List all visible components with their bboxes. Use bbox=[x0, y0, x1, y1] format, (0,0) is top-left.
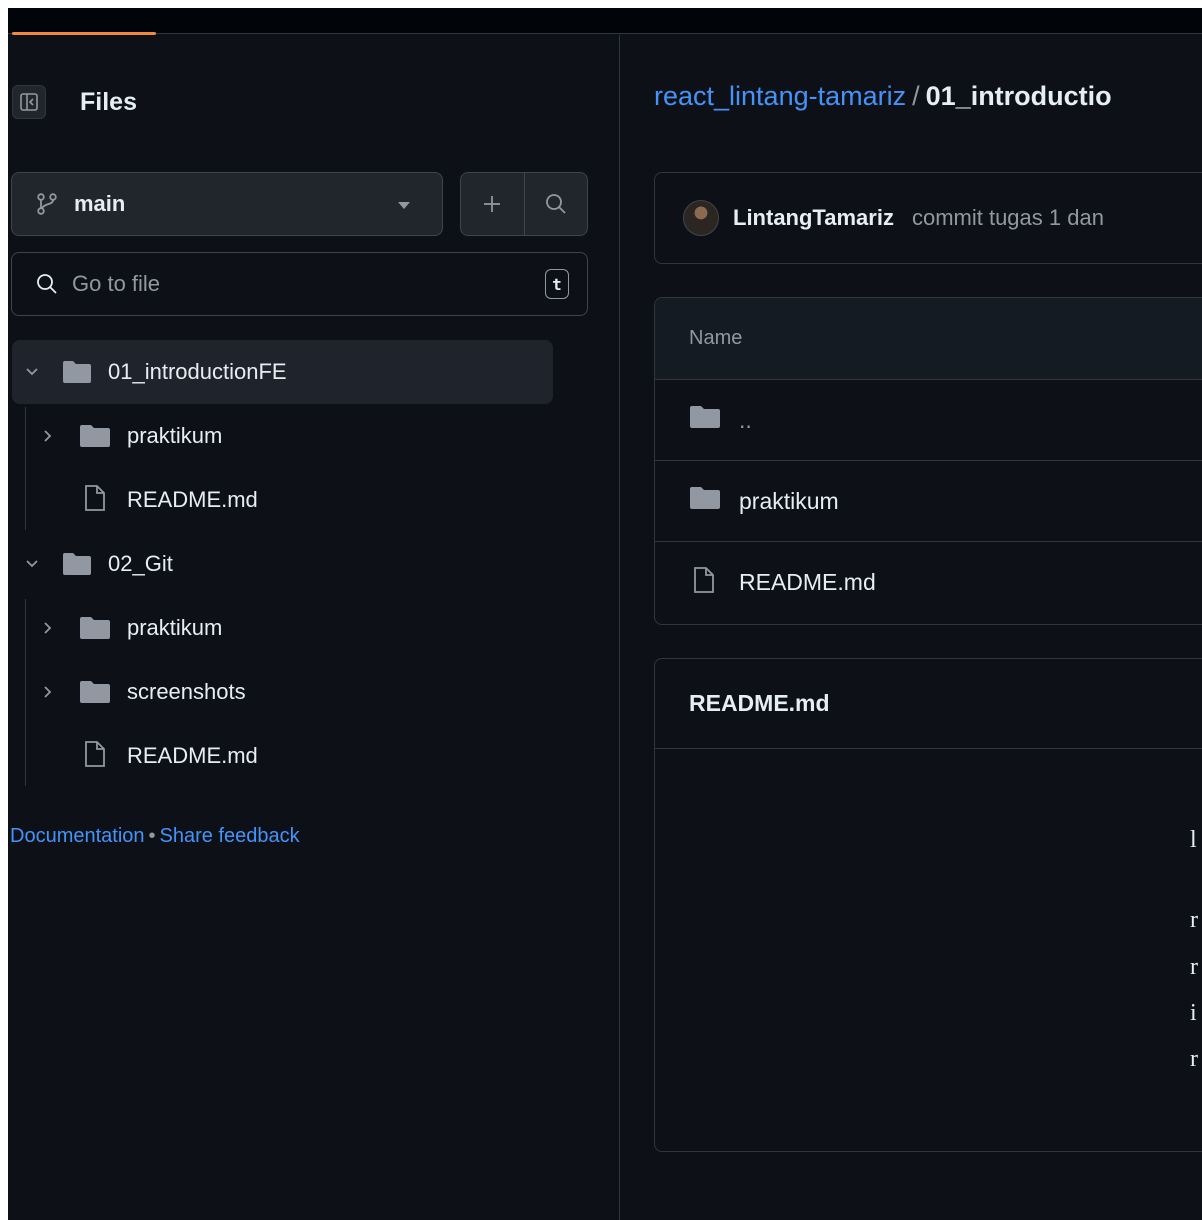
sidebar-title: Files bbox=[80, 87, 137, 116]
search-icon bbox=[545, 194, 566, 214]
tree-item-readme[interactable]: README.md bbox=[12, 724, 553, 788]
share-feedback-link[interactable]: Share feedback bbox=[160, 825, 300, 847]
file-icon bbox=[693, 566, 715, 600]
branch-selector-button[interactable]: main bbox=[11, 172, 443, 236]
table-header-name: Name bbox=[655, 298, 1202, 380]
tree-item-praktikum[interactable]: praktikum bbox=[12, 596, 553, 660]
file-icon bbox=[84, 740, 106, 774]
plus-icon bbox=[484, 196, 501, 212]
chevron-right-icon bbox=[38, 618, 58, 638]
file-tree-sidebar: Files main t bbox=[8, 35, 620, 1220]
file-actions-group bbox=[460, 172, 588, 236]
breadcrumb-separator: / bbox=[912, 81, 920, 111]
folder-icon bbox=[79, 680, 111, 710]
search-files-button[interactable] bbox=[523, 173, 588, 235]
sidebar-header: Files bbox=[12, 69, 137, 135]
tree-item-label: 01_introductionFE bbox=[108, 359, 287, 384]
tree-item-readme[interactable]: README.md bbox=[12, 468, 553, 532]
table-row-label[interactable]: README.md bbox=[739, 569, 876, 596]
readme-text-line: l bbox=[1190, 827, 1197, 853]
sidebar-footer: Documentation • Share feedback bbox=[10, 825, 300, 848]
keyboard-shortcut-badge: t bbox=[545, 269, 569, 299]
table-row-readme[interactable]: README.md bbox=[655, 542, 1202, 623]
main-content: react_lintang-tamariz/01_introductio Lin… bbox=[621, 35, 1202, 1220]
table-row-label: .. bbox=[739, 406, 752, 433]
tree-item-praktikum[interactable]: praktikum bbox=[12, 404, 553, 468]
chevron-down-icon bbox=[22, 554, 42, 574]
folder-icon bbox=[62, 552, 92, 582]
branch-name: main bbox=[74, 191, 126, 216]
folder-icon bbox=[79, 616, 111, 646]
tree-item-screenshots[interactable]: screenshots bbox=[12, 660, 553, 724]
tree-item-label: praktikum bbox=[127, 423, 223, 448]
file-table: Name .. praktikum README.md bbox=[654, 297, 1202, 625]
readme-text-line: r bbox=[1190, 954, 1198, 980]
chevron-right-icon bbox=[38, 426, 58, 446]
tree-item-label: 02_Git bbox=[108, 551, 173, 576]
breadcrumb-repo-link[interactable]: react_lintang-tamariz bbox=[654, 81, 906, 111]
table-row-label[interactable]: praktikum bbox=[739, 488, 839, 515]
app-window: Files main t bbox=[8, 8, 1202, 1220]
folder-icon bbox=[689, 405, 721, 435]
readme-panel: README.md l r r i r bbox=[654, 658, 1202, 1152]
file-icon bbox=[84, 484, 106, 518]
sidebar-collapse-icon bbox=[20, 93, 38, 111]
commit-message[interactable]: commit tugas 1 dan bbox=[912, 205, 1104, 231]
tree-item-label: README.md bbox=[127, 743, 258, 768]
readme-body: l r r i r bbox=[655, 749, 1202, 1151]
folder-icon bbox=[62, 360, 92, 390]
readme-text-line: i bbox=[1190, 1000, 1197, 1026]
readme-text-line: r bbox=[1190, 907, 1198, 933]
readme-text-line: r bbox=[1190, 1046, 1198, 1072]
go-to-file-search[interactable]: t bbox=[11, 252, 588, 316]
latest-commit-box: LintangTamariz commit tugas 1 dan bbox=[654, 172, 1202, 264]
breadcrumb-current: 01_introductio bbox=[925, 81, 1112, 111]
avatar[interactable] bbox=[683, 200, 719, 236]
tree-item-label: README.md bbox=[127, 487, 258, 512]
tree-item-label: screenshots bbox=[127, 679, 246, 704]
folder-icon bbox=[689, 486, 721, 516]
table-row-praktikum[interactable]: praktikum bbox=[655, 461, 1202, 542]
chevron-down-icon bbox=[398, 202, 410, 209]
footer-separator: • bbox=[148, 825, 156, 847]
folder-icon bbox=[79, 424, 111, 454]
breadcrumb: react_lintang-tamariz/01_introductio bbox=[654, 81, 1112, 112]
table-row-parent-directory[interactable]: .. bbox=[655, 380, 1202, 461]
commit-author[interactable]: LintangTamariz bbox=[733, 205, 894, 231]
add-file-button[interactable] bbox=[461, 173, 524, 235]
tree-item-label: praktikum bbox=[127, 615, 223, 640]
collapse-sidebar-button[interactable] bbox=[12, 85, 46, 119]
tree-item-01-introductionfe[interactable]: 01_introductionFE bbox=[12, 340, 553, 404]
documentation-link[interactable]: Documentation bbox=[10, 825, 145, 847]
chevron-down-icon bbox=[22, 362, 42, 382]
readme-title: README.md bbox=[655, 659, 1202, 749]
search-icon bbox=[37, 274, 57, 294]
go-to-file-input[interactable] bbox=[72, 271, 492, 297]
tree-item-02-git[interactable]: 02_Git bbox=[12, 532, 553, 596]
top-bar bbox=[8, 8, 1202, 34]
chevron-right-icon bbox=[38, 682, 58, 702]
git-branch-icon bbox=[37, 193, 57, 215]
